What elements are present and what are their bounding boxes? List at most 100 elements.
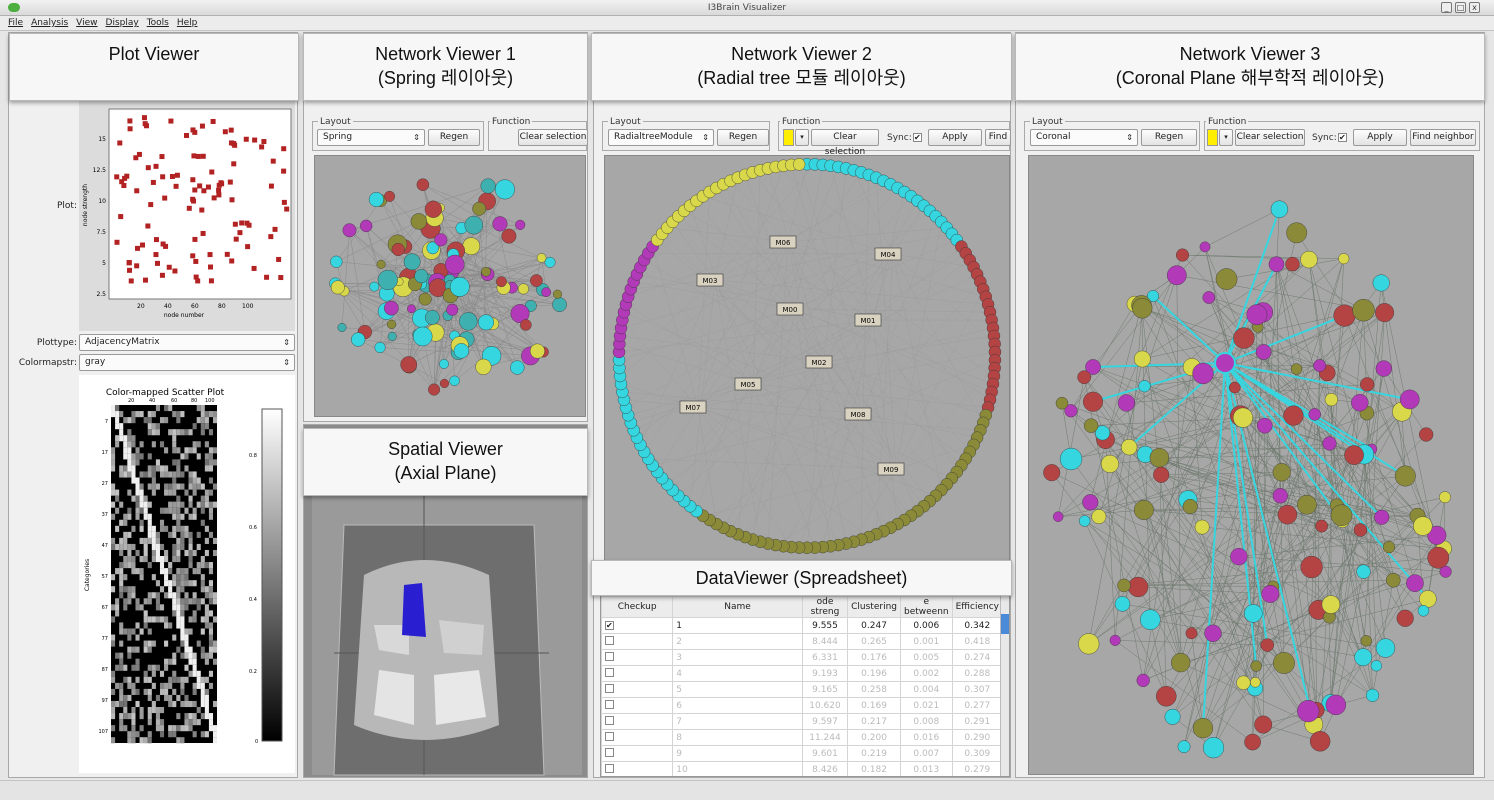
graph-node[interactable]	[434, 233, 448, 247]
graph-node[interactable]	[1325, 694, 1347, 716]
graph-node[interactable]	[1133, 350, 1151, 368]
row-checkbox[interactable]	[605, 667, 614, 677]
close-button[interactable]: x	[1469, 2, 1480, 13]
graph-node[interactable]	[1255, 344, 1272, 360]
table-cell[interactable]: 0.196	[847, 665, 901, 682]
graph-node[interactable]	[1078, 633, 1100, 655]
find-neighbor-button[interactable]: Find neighbor	[1410, 129, 1476, 146]
graph-node[interactable]	[1171, 653, 1191, 673]
graph-node[interactable]	[1375, 638, 1396, 658]
table-cell[interactable]: 0.007	[900, 745, 953, 762]
graph-node[interactable]	[1109, 634, 1121, 646]
graph-node[interactable]	[1330, 504, 1353, 527]
minimize-button[interactable]: _	[1441, 2, 1452, 13]
graph-node[interactable]	[428, 383, 441, 396]
table-cell[interactable]: 0.309	[951, 745, 1004, 762]
table-cell[interactable]: 0.016	[900, 729, 953, 746]
graph-node[interactable]	[418, 292, 432, 306]
network-canvas-1[interactable]	[314, 155, 586, 417]
graph-node[interactable]	[1055, 396, 1069, 410]
network-canvas-2[interactable]: M06 M03 M00 M01 M05 M02 M04 M07 M08 M09	[604, 155, 1010, 593]
colormap-select[interactable]: gray ⇕	[79, 354, 295, 371]
row-checkbox[interactable]	[605, 683, 614, 693]
graph-node[interactable]	[1202, 291, 1216, 304]
graph-node[interactable]	[541, 287, 552, 298]
graph-node[interactable]	[464, 215, 484, 235]
graph-node[interactable]	[529, 343, 545, 359]
graph-node[interactable]	[1352, 299, 1375, 322]
menu-file[interactable]: File	[8, 16, 23, 31]
graph-node[interactable]	[1133, 500, 1154, 520]
graph-node[interactable]	[410, 213, 428, 230]
table-cell[interactable]: 8.444	[801, 633, 849, 650]
graph-node[interactable]	[1140, 609, 1161, 630]
graph-node[interactable]	[369, 281, 380, 292]
graph-node[interactable]	[424, 200, 442, 218]
graph-node[interactable]	[1244, 604, 1263, 623]
graph-node[interactable]	[449, 277, 470, 297]
graph-node[interactable]	[1300, 250, 1318, 269]
graph-node[interactable]	[1297, 700, 1320, 723]
graph-node[interactable]	[520, 319, 532, 331]
row-checkbox[interactable]	[605, 763, 614, 773]
menu-analysis[interactable]: Analysis	[31, 16, 68, 31]
graph-node[interactable]	[1082, 494, 1099, 511]
table-cell[interactable]: 0.258	[847, 681, 901, 698]
table-row[interactable]: 7 9.597 0.217 0.008 0.291	[601, 713, 1004, 730]
graph-node[interactable]	[384, 300, 399, 316]
table-cell[interactable]: 8	[672, 729, 803, 746]
graph-node[interactable]	[384, 190, 396, 202]
graph-node[interactable]	[1272, 463, 1291, 482]
graph-node[interactable]	[1394, 465, 1416, 487]
table-cell[interactable]: 9.597	[801, 713, 849, 730]
graph-node[interactable]	[1164, 708, 1181, 725]
graph-node[interactable]	[501, 228, 517, 244]
table-cell[interactable]: 0.002	[900, 665, 953, 682]
row-checkbox[interactable]	[605, 699, 614, 709]
layout-select[interactable]: Coronal ⇕	[1030, 129, 1138, 146]
graph-node[interactable]	[1121, 439, 1138, 456]
apply-button[interactable]: Apply	[928, 129, 982, 146]
graph-node[interactable]	[480, 178, 496, 194]
table-cell[interactable]: 0.291	[951, 713, 1004, 730]
table-cell[interactable]: 7	[672, 713, 803, 730]
graph-node[interactable]	[1427, 546, 1450, 569]
graph-node[interactable]	[1270, 200, 1289, 218]
table-cell[interactable]: 3	[672, 649, 803, 666]
graph-node[interactable]	[1083, 391, 1103, 412]
layout-select[interactable]: Spring ⇕	[317, 129, 425, 146]
graph-node[interactable]	[481, 266, 491, 277]
graph-node[interactable]	[351, 332, 366, 347]
table-cell[interactable]: 1	[672, 617, 803, 634]
graph-node[interactable]	[360, 219, 373, 233]
graph-node[interactable]	[1406, 574, 1424, 592]
graph-node[interactable]	[1091, 509, 1107, 525]
graph-node[interactable]	[472, 201, 487, 216]
plottype-select[interactable]: AdjacencyMatrix ⇕	[79, 334, 295, 351]
graph-node[interactable]	[1333, 304, 1356, 327]
graph-node[interactable]	[1149, 448, 1170, 468]
table-cell[interactable]: 0.006	[900, 617, 953, 634]
graph-node[interactable]	[530, 274, 543, 287]
row-checkbox[interactable]	[605, 715, 614, 725]
table-cell[interactable]: 0.008	[900, 713, 953, 730]
graph-node[interactable]	[1250, 660, 1262, 672]
table-row[interactable]: 10 8.426 0.182 0.013 0.279	[601, 761, 1004, 776]
find-neighbor-button[interactable]: Find r	[985, 129, 1011, 146]
row-checkbox-cell[interactable]: ✔	[601, 617, 674, 634]
graph-node[interactable]	[342, 223, 357, 238]
graph-node[interactable]	[1059, 447, 1083, 471]
graph-node[interactable]	[416, 178, 430, 191]
graph-node[interactable]	[400, 356, 418, 373]
graph-node[interactable]	[1117, 578, 1131, 593]
table-cell[interactable]: 0.307	[951, 681, 1004, 698]
graph-node[interactable]	[1260, 638, 1275, 652]
graph-node[interactable]	[517, 283, 529, 295]
color-swatch[interactable]	[1207, 129, 1218, 146]
col-checkup[interactable]: Checkup	[601, 596, 674, 618]
graph-node[interactable]	[414, 269, 429, 284]
graph-node[interactable]	[1374, 509, 1390, 525]
table-cell[interactable]: 0.277	[951, 697, 1004, 714]
graph-node[interactable]	[536, 253, 547, 263]
graph-node[interactable]	[1202, 737, 1225, 759]
